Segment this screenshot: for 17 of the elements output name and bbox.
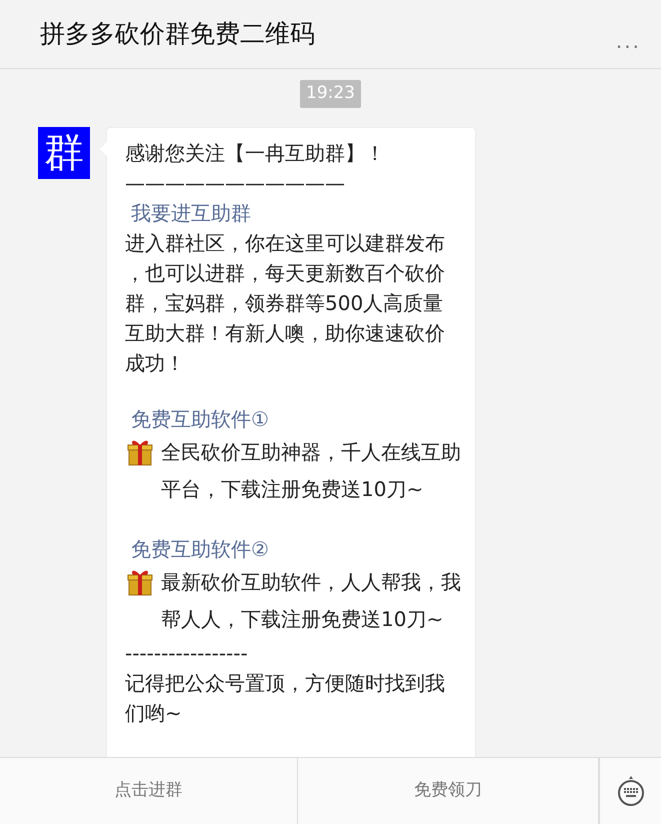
keyboard-icon: [616, 775, 646, 807]
menu-button[interactable]: 点击进群: [0, 758, 298, 824]
chat-title: 拼多多砍价群免费二维码: [40, 18, 315, 50]
avatar: 群: [38, 126, 90, 178]
message-text: 进入群社区，你在这里可以建群发布，也可以进群，每天更新数百个砍价群，宝妈群，领券群等500人高质量互助大群！有新人噢，助你速速砍价成功！: [125, 230, 446, 376]
message-link[interactable]: 我要进互助群: [125, 198, 463, 228]
more-button[interactable]: ...: [616, 26, 641, 56]
message-text: ———————————: [125, 170, 346, 196]
message-link[interactable]: 免费互助软件②: [125, 534, 463, 564]
message-text: 记得把公众号置顶，方便随时找到我们哟~: [125, 670, 446, 726]
message-text: 全民砍价互助神器，千人在线互助平台，下载注册免费送10刀~: [161, 438, 462, 502]
timestamp: 19:23: [300, 80, 361, 108]
message-text: -----------------: [125, 640, 249, 666]
menu-button[interactable]: 免费领刀: [298, 758, 599, 824]
message-link[interactable]: 免费互助软件①: [125, 404, 463, 434]
message-text: 感谢您关注【一冉互助群】！: [125, 140, 386, 166]
message-text: 最新砍价互助软件，人人帮我，我帮人人，下载注册免费送10刀~: [161, 568, 462, 632]
